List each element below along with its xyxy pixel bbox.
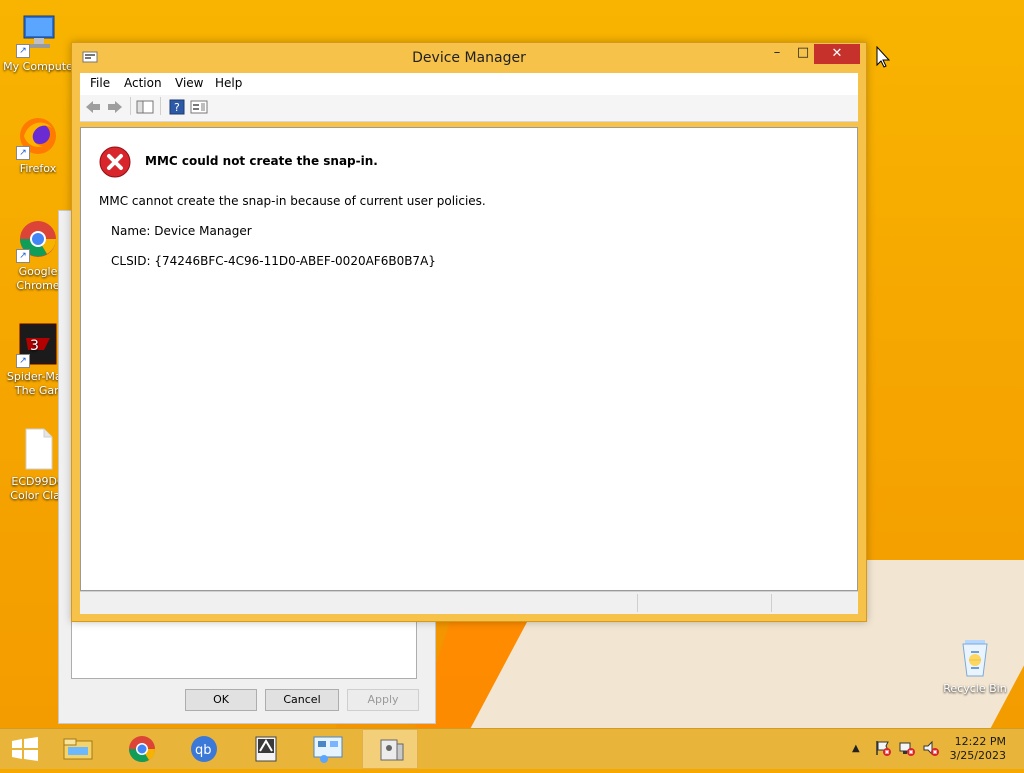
- svg-text:qb: qb: [195, 743, 212, 758]
- device-manager-window: Device Manager – □ ✕ File Action View He…: [71, 42, 867, 622]
- desktop-icon-label: My Compute: [3, 60, 73, 73]
- show-hide-console-tree-icon[interactable]: [136, 99, 154, 115]
- menu-view[interactable]: View: [175, 76, 203, 90]
- status-bar: [80, 591, 858, 614]
- error-heading: MMC could not create the snap-in.: [145, 154, 378, 168]
- error-message: MMC cannot create the snap-in because of…: [99, 194, 486, 208]
- apply-button[interactable]: Apply: [347, 689, 419, 711]
- computer-icon: ↗: [14, 10, 62, 58]
- taskbar-control-panel[interactable]: [300, 729, 356, 769]
- title-bar[interactable]: Device Manager – □ ✕: [72, 43, 866, 73]
- firefox-icon: ↗: [14, 112, 62, 160]
- desktop-icon-my-computer[interactable]: ↗ My Compute: [0, 10, 76, 74]
- taskbar-file-explorer[interactable]: [50, 729, 106, 769]
- window-title: Device Manager: [412, 50, 526, 66]
- taskbar: qb ▲ 12:22 PM 3/25/2023: [0, 728, 1024, 769]
- background-dialog-pane: [71, 619, 417, 679]
- forward-arrow-icon[interactable]: [106, 99, 124, 115]
- network-icon[interactable]: [898, 739, 916, 760]
- status-separator: [637, 594, 638, 612]
- error-content: MMC could not create the snap-in. MMC ca…: [80, 127, 858, 591]
- taskbar-google-chrome[interactable]: [114, 729, 170, 769]
- toolbar-separator: [130, 97, 131, 115]
- mouse-cursor: [876, 45, 891, 71]
- game-icon: 3 ↗: [14, 320, 62, 368]
- svg-text:?: ?: [174, 101, 180, 114]
- properties-icon[interactable]: [190, 99, 208, 115]
- menu-action[interactable]: Action: [124, 76, 162, 90]
- cancel-button[interactable]: Cancel: [265, 689, 339, 711]
- ok-button[interactable]: OK: [185, 689, 257, 711]
- clock-date: 3/25/2023: [949, 749, 1006, 762]
- error-icon: [99, 146, 131, 181]
- desktop: ↗ My Compute ↗ Firefox ↗ Google Chrome 3…: [0, 0, 1024, 728]
- taskbar-qbittorrent[interactable]: qb: [176, 729, 232, 769]
- start-button[interactable]: [0, 729, 50, 769]
- snapin-name-line: Name: Device Manager: [111, 224, 252, 238]
- back-arrow-icon[interactable]: [84, 99, 102, 115]
- desktop-icon-firefox[interactable]: ↗ Firefox: [0, 112, 76, 176]
- chrome-icon: ↗: [14, 215, 62, 263]
- tray-overflow-chevron-icon[interactable]: ▲: [852, 743, 860, 754]
- shortcut-arrow-icon: ↗: [16, 354, 30, 368]
- toolbar: ?: [80, 95, 858, 122]
- taskbar-app-tool[interactable]: [238, 729, 294, 769]
- menu-file[interactable]: File: [90, 76, 110, 90]
- toolbar-separator: [160, 97, 161, 115]
- shortcut-arrow-icon: ↗: [16, 146, 30, 160]
- taskbar-device-manager[interactable]: [362, 729, 418, 769]
- snapin-clsid-line: CLSID: {74246BFC-4C96-11D0-ABEF-0020AF6B…: [111, 254, 436, 268]
- menu-bar: File Action View Help: [80, 73, 858, 96]
- help-icon[interactable]: ?: [168, 99, 186, 115]
- status-separator: [771, 594, 772, 612]
- desktop-icon-label: Recycle Bin: [943, 682, 1007, 695]
- menu-help[interactable]: Help: [215, 76, 242, 90]
- shortcut-arrow-icon: ↗: [16, 44, 30, 58]
- clock-time: 12:22 PM: [954, 735, 1006, 748]
- recycle-bin-icon: [951, 632, 999, 680]
- action-center-flag-icon[interactable]: [874, 739, 892, 760]
- close-button[interactable]: ✕: [814, 44, 860, 64]
- shortcut-arrow-icon: ↗: [16, 249, 30, 263]
- taskbar-clock[interactable]: 12:22 PM 3/25/2023: [938, 735, 1006, 763]
- svg-text:3: 3: [30, 338, 39, 354]
- desktop-icon-label: Firefox: [19, 162, 57, 175]
- file-icon: [14, 425, 62, 473]
- desktop-icon-recycle-bin[interactable]: Recycle Bin: [937, 632, 1013, 696]
